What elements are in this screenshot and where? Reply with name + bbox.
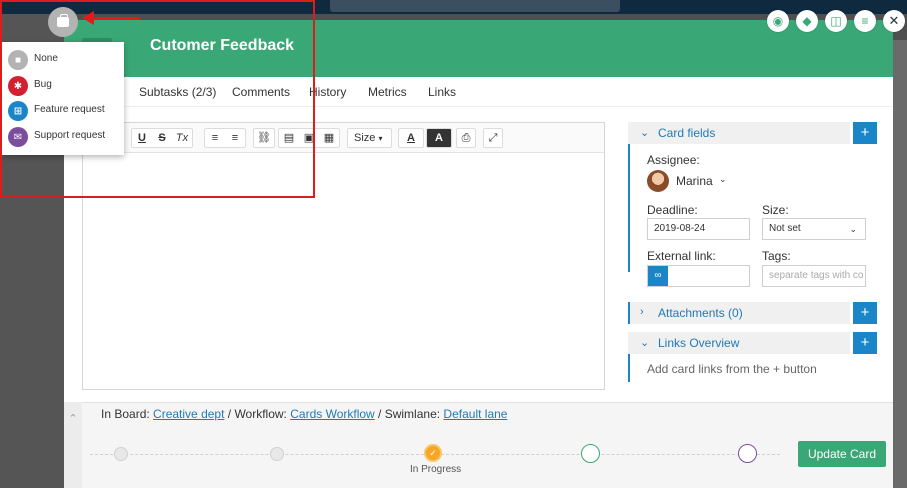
tags-label: Tags: <box>762 249 791 263</box>
palette-icon[interactable]: ◉ <box>767 10 789 32</box>
table-icon[interactable]: ▦ <box>319 129 339 147</box>
card-fields-header[interactable]: ⌄ Card fields <box>628 122 850 144</box>
card-footer: In Board: Creative dept / Workflow: Card… <box>64 402 893 488</box>
chevron-down-icon: ⌄ <box>640 127 650 139</box>
backdrop-right <box>893 40 907 488</box>
annotation-arrow-head <box>82 11 94 25</box>
update-card-button[interactable]: Update Card <box>798 441 886 467</box>
workflow-label: Workflow: <box>234 407 287 421</box>
card-fields-rule <box>628 122 630 272</box>
font-size-label: Size <box>354 132 376 144</box>
add-attachment-button[interactable]: + <box>853 302 877 324</box>
size-value: Not set <box>769 223 801 234</box>
chevron-right-icon: › <box>640 306 644 318</box>
current-stage-label: In Progress <box>410 464 462 475</box>
search-box <box>330 0 620 12</box>
board-path: In Board: Creative dept / Workflow: Card… <box>101 407 507 421</box>
background-color-button[interactable]: A <box>426 128 452 148</box>
chevron-down-icon: ⌄ <box>849 224 857 234</box>
deadline-input[interactable]: 2019-08-24 <box>647 218 750 240</box>
stage-dot-final[interactable] <box>738 444 757 463</box>
in-board-label: In Board: <box>101 407 150 421</box>
attachments-header[interactable]: › Attachments (0) <box>628 302 850 324</box>
collapse-footer-handle[interactable]: ⌃ <box>64 402 82 488</box>
tab-metrics[interactable]: Metrics <box>368 85 407 99</box>
links-hint: Add card links from the + button <box>647 362 817 376</box>
stage-dot-next[interactable] <box>581 444 600 463</box>
path-separator: / <box>378 407 385 421</box>
deadline-label: Deadline: <box>647 203 698 217</box>
fullscreen-icon[interactable]: ⤢ <box>483 128 503 148</box>
stage-dot-current[interactable]: ✓ <box>424 444 442 462</box>
tags-input[interactable]: separate tags with co <box>762 265 866 287</box>
chevron-down-icon: ⌄ <box>640 337 650 349</box>
size-select[interactable]: Not set ⌄ <box>762 218 866 240</box>
attachments-rule <box>628 302 630 324</box>
menu-icon[interactable]: ≡ <box>854 10 876 32</box>
close-icon[interactable]: ✕ <box>883 10 905 32</box>
board-link[interactable]: Creative dept <box>153 407 224 421</box>
links-overview-header[interactable]: ⌄ Links Overview <box>628 332 850 354</box>
stage-dot-done[interactable] <box>270 447 284 461</box>
attachments-label: Attachments (0) <box>658 306 743 320</box>
swimlane-link[interactable]: Default lane <box>443 407 507 421</box>
header-actions: ◉ ◆ ◫ ≡ ✕ <box>767 10 905 32</box>
links-overview-label: Links Overview <box>658 336 740 350</box>
move-icon[interactable]: ◆ <box>796 10 818 32</box>
add-link-button[interactable]: + <box>853 332 877 354</box>
font-color-button[interactable]: A <box>398 128 424 148</box>
external-link-label: External link: <box>647 249 716 263</box>
tab-links[interactable]: Links <box>428 85 456 99</box>
add-card-field-button[interactable]: + <box>853 122 877 144</box>
assignee-avatar[interactable] <box>647 170 669 192</box>
layout-icon[interactable]: ◫ <box>825 10 847 32</box>
assignee-label: Assignee: <box>647 153 700 167</box>
workflow-link[interactable]: Cards Workflow <box>290 407 374 421</box>
print-icon[interactable]: ⎙ <box>456 128 476 148</box>
annotation-highlight-box <box>0 0 315 198</box>
size-label: Size: <box>762 203 789 217</box>
font-size-select[interactable]: Size ▾ <box>347 128 392 148</box>
swimlane-label: Swimlane: <box>384 407 441 421</box>
card-fields-label: Card fields <box>658 126 716 140</box>
external-link-input[interactable]: ∞ <box>647 265 750 287</box>
stage-dot-done[interactable] <box>114 447 128 461</box>
assignee-name[interactable]: Marina <box>676 174 713 188</box>
annotation-arrow-shaft <box>92 17 140 20</box>
chevron-down-icon: ▾ <box>378 134 383 143</box>
link-icon[interactable]: ∞ <box>648 266 668 286</box>
chevron-down-icon[interactable]: ⌄ <box>719 174 727 185</box>
